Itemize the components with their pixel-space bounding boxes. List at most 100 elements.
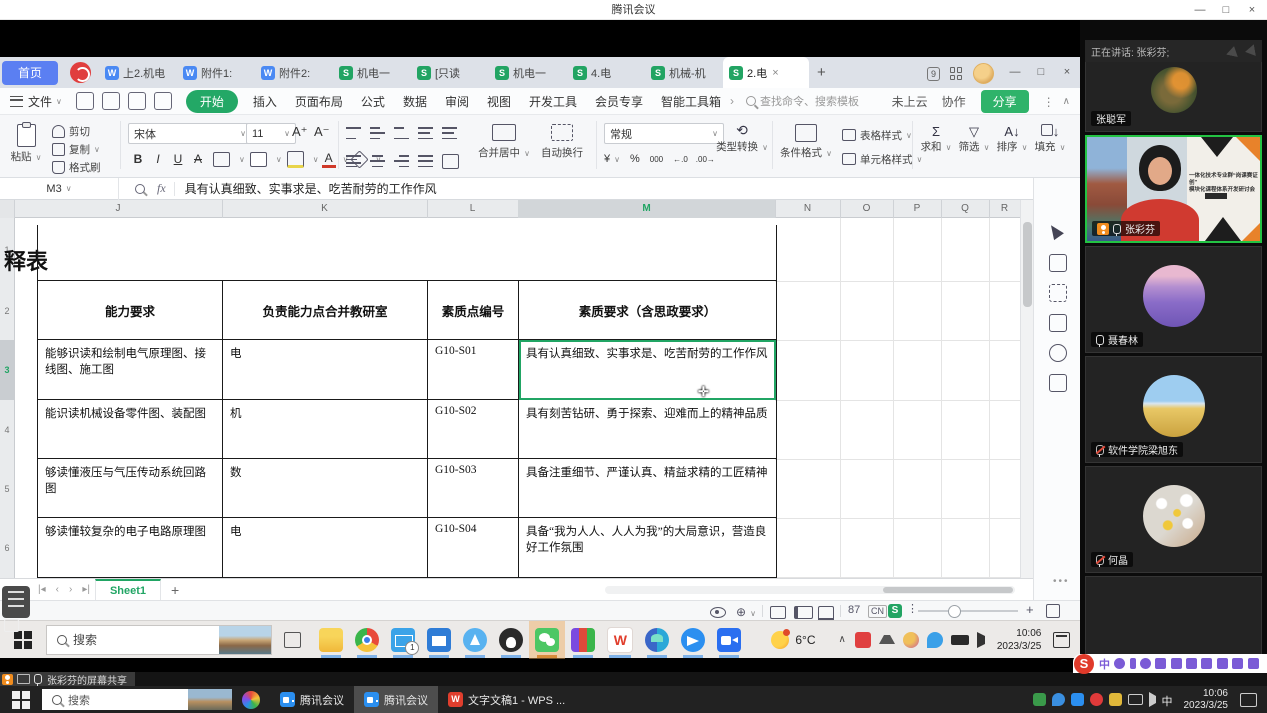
doc-tab-active[interactable]: S2.电× xyxy=(723,57,809,88)
header-cell[interactable]: 素质点编号 xyxy=(428,281,519,339)
fill-button[interactable]: ↓填充∨ xyxy=(1032,124,1068,154)
screen-share-chip[interactable]: 张彩芬的屏幕共享 xyxy=(0,672,135,686)
draw-border-button[interactable] xyxy=(250,152,267,167)
participant-tile[interactable]: 聂春林 xyxy=(1085,246,1262,353)
normal-view-icon[interactable] xyxy=(770,606,786,619)
participant-tile[interactable]: 软件学院梁旭东 xyxy=(1085,356,1262,463)
table-cell[interactable]: 够读懂液压与气压传动系统回路图 xyxy=(38,459,223,517)
viewer-search-box[interactable]: 搜索 xyxy=(42,689,232,710)
zoom-slider[interactable] xyxy=(918,610,1018,612)
doc-tab[interactable]: S机电一 xyxy=(489,57,567,88)
currency-button[interactable]: ¥ xyxy=(604,153,610,165)
font-color-button[interactable]: A xyxy=(322,151,336,168)
close-button[interactable]: × xyxy=(1239,0,1265,20)
action-center-icon[interactable] xyxy=(1053,632,1070,648)
table-cell[interactable]: 够读懂较复杂的电子电路原理图 xyxy=(38,518,223,577)
underline-button[interactable]: U xyxy=(168,152,188,166)
table-cell[interactable]: 具备注重细节、严谨认真、精益求精的工匠精神 xyxy=(519,459,776,517)
tray-meeting-icon[interactable] xyxy=(1071,693,1084,706)
cut-button[interactable]: 剪切 xyxy=(52,123,90,139)
reading-mode-icon[interactable] xyxy=(710,607,726,618)
zoom-formula-icon[interactable] xyxy=(135,184,145,194)
font-size-select[interactable]: 11∨ xyxy=(246,123,296,144)
ime-toolbox-icon[interactable] xyxy=(1248,658,1259,669)
merge-center-button[interactable]: 合并居中∨ xyxy=(478,122,530,160)
header-cell[interactable]: 能力要求 xyxy=(38,281,223,339)
column-header-N[interactable]: N xyxy=(775,200,841,218)
ime-mode-chinese[interactable]: 中 xyxy=(1099,656,1110,672)
print-icon[interactable] xyxy=(128,92,146,110)
tray-account-icon[interactable] xyxy=(903,632,919,648)
tray-meeting-icon[interactable] xyxy=(855,632,871,648)
cloud-status[interactable]: 未上云 xyxy=(892,93,928,110)
table-cell[interactable]: G10-S03 xyxy=(428,459,519,517)
row-number-6[interactable]: 6 xyxy=(0,518,15,578)
zoom-percent[interactable]: 87 xyxy=(848,604,860,616)
cell-name-box[interactable]: M3∨ xyxy=(0,178,119,200)
wps-maximize-button[interactable]: □ xyxy=(1028,57,1054,88)
zoom-menu-dots[interactable]: ⋮ xyxy=(907,602,918,615)
percent-button[interactable]: % xyxy=(630,153,640,165)
prev-sheet-arrow[interactable]: ‹ xyxy=(56,584,59,595)
indent-decrease-icon[interactable] xyxy=(418,127,433,139)
row-number-5[interactable]: 5 xyxy=(0,459,15,519)
taskbar-app-mail[interactable]: 1 xyxy=(385,621,421,659)
wifi-icon[interactable] xyxy=(879,635,895,644)
ime-keyboard-icon[interactable] xyxy=(1186,658,1197,669)
vertical-scrollbar[interactable] xyxy=(1020,200,1033,578)
borders-button[interactable] xyxy=(213,152,230,167)
align-right-icon[interactable] xyxy=(394,155,409,167)
tray-cloud-icon[interactable] xyxy=(1052,693,1065,706)
ribbon-tab-insert[interactable]: 插入 xyxy=(253,93,277,110)
table-cell[interactable]: 数 xyxy=(223,459,428,517)
window-button-meeting2-active[interactable]: 腾讯会议 xyxy=(354,686,438,713)
wps-logo-icon[interactable]: S xyxy=(888,604,902,618)
taskbar-app-meeting[interactable] xyxy=(711,621,747,659)
sheet-tab-sheet1[interactable]: Sheet1 xyxy=(95,579,161,601)
account-avatar[interactable] xyxy=(973,63,994,84)
ribbon-tab-developer[interactable]: 开发工具 xyxy=(529,93,577,110)
next-sheet-arrow[interactable]: › xyxy=(69,584,72,595)
undock-icon[interactable] xyxy=(1244,44,1256,58)
ribbon-tab-tools[interactable]: 智能工具箱 xyxy=(661,93,721,110)
align-left-icon[interactable] xyxy=(346,155,361,167)
zoom-in-button[interactable]: + xyxy=(1026,602,1034,617)
header-cell[interactable]: 素质要求（含思政要求） xyxy=(519,281,776,339)
ribbon-tab-data[interactable]: 数据 xyxy=(403,93,427,110)
fill-color-button[interactable] xyxy=(287,151,304,168)
ribbon-tab-page-layout[interactable]: 页面布局 xyxy=(295,93,343,110)
share-button[interactable]: 分享 xyxy=(981,90,1029,113)
column-header-K[interactable]: K xyxy=(222,200,428,218)
taskbar-app-tim[interactable] xyxy=(675,621,711,659)
panel-more-dots[interactable]: ••• xyxy=(1053,576,1070,587)
taskbar-app-explorer[interactable] xyxy=(313,621,349,659)
type-convert-button[interactable]: ⟲ 类型转换∨ xyxy=(716,122,768,154)
table-cell[interactable]: 电 xyxy=(223,340,428,399)
strikethrough-button[interactable]: A xyxy=(188,152,208,166)
taskbar-app-nav[interactable] xyxy=(457,621,493,659)
conditional-format-button[interactable]: 条件格式∨ xyxy=(778,122,834,160)
ribbon-tab-view[interactable]: 视图 xyxy=(487,93,511,110)
kebab-menu-icon[interactable]: ⋮ xyxy=(1043,95,1055,109)
taskbar-app-chrome[interactable] xyxy=(349,621,385,659)
increase-decimal-button[interactable]: .00→ xyxy=(696,155,715,164)
wps-home-tab[interactable]: 首页 xyxy=(2,61,58,85)
ime-moon-icon[interactable] xyxy=(1114,658,1125,669)
fullscreen-icon[interactable] xyxy=(1046,604,1060,618)
row-number-2[interactable]: 2 xyxy=(0,281,15,341)
horizontal-scrollbar[interactable] xyxy=(605,586,1015,594)
table-cell[interactable]: 能够识读和绘制电气原理图、接线图、施工图 xyxy=(38,340,223,399)
viewer-start-button[interactable] xyxy=(12,691,30,709)
font-shrink-button[interactable]: A⁻ xyxy=(314,124,330,140)
participant-tile[interactable]: 何晶 xyxy=(1085,466,1262,573)
file-menu[interactable]: 文件 xyxy=(28,93,52,110)
export-icon[interactable] xyxy=(102,92,120,110)
header-cell[interactable]: 负责能力点合并教研室 xyxy=(223,281,428,339)
bold-button[interactable]: B xyxy=(128,152,148,166)
italic-button[interactable]: I xyxy=(148,152,168,166)
layout-switch-icon[interactable] xyxy=(1226,45,1240,57)
more-tabs-arrow[interactable]: › xyxy=(730,94,734,108)
table-cell[interactable]: 具有刻苦钻研、勇于探索、迎难而上的精神品质 xyxy=(519,400,776,458)
resize-icon[interactable] xyxy=(1049,254,1067,272)
red-app-icon[interactable] xyxy=(70,62,91,83)
